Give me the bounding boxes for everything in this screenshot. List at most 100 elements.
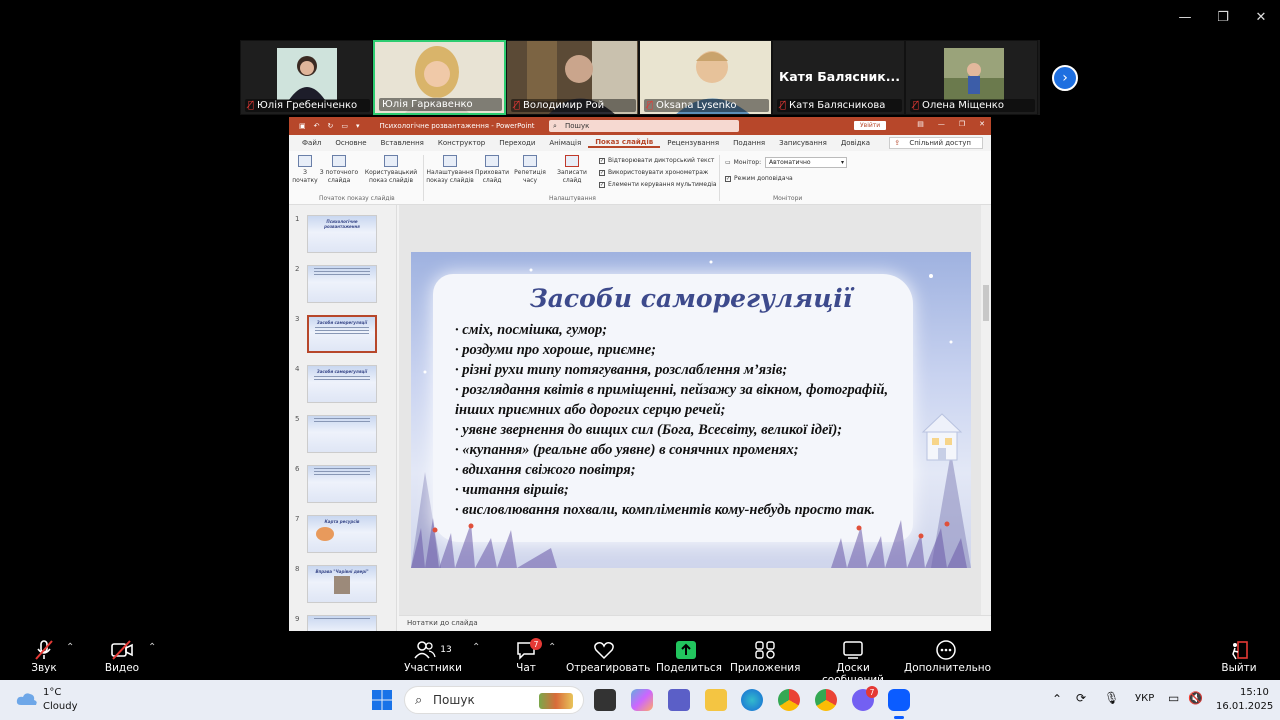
monitor-select[interactable]: Автоматично ▾ xyxy=(765,157,847,168)
participants-button[interactable]: 13 Участники xyxy=(402,638,464,674)
teams-icon[interactable] xyxy=(668,689,690,711)
slide-thumbnail[interactable] xyxy=(307,415,377,453)
share-screen-button[interactable]: Поделиться xyxy=(656,638,722,674)
slide-title[interactable]: Засоби саморегуляції xyxy=(411,284,971,313)
sync-icon[interactable]: ⟳ xyxy=(1076,691,1086,705)
use-timings-checkbox[interactable]: ✓ Використовувати хронометраж xyxy=(599,169,708,176)
copilot-icon[interactable] xyxy=(631,689,653,711)
slide-thumbnail[interactable] xyxy=(307,615,377,631)
tab-record[interactable]: Записування xyxy=(772,139,834,147)
ppt-search-input[interactable]: ⌕ Пошук xyxy=(549,120,739,132)
audio-button[interactable]: Звук xyxy=(24,638,64,674)
participant-tile-active-speaker[interactable]: Юлія Гаркавенко xyxy=(373,40,506,115)
tab-view[interactable]: Подання xyxy=(726,139,772,147)
clock-time[interactable]: 15:10 xyxy=(1240,687,1269,698)
apps-button[interactable]: Приложения xyxy=(730,638,800,674)
clock-date[interactable]: 16.01.2025 xyxy=(1216,701,1273,712)
next-participants-button[interactable]: › xyxy=(1052,65,1078,91)
tab-help[interactable]: Довідка xyxy=(834,139,877,147)
participant-avatar xyxy=(944,48,1004,100)
participant-tile[interactable]: Катя Балясник... 🎙̸ Катя Баляcникова xyxy=(772,40,905,115)
task-view-icon[interactable] xyxy=(594,689,616,711)
slide-thumbnail[interactable] xyxy=(307,265,377,303)
redo-icon[interactable]: ↻ xyxy=(328,122,334,130)
participant-tile[interactable]: 🎙̸ Володимир Рой xyxy=(506,40,639,115)
more-button[interactable]: Дополнительно xyxy=(904,638,991,674)
share-button[interactable]: ⇪ Спільний доступ xyxy=(889,137,983,149)
tab-transitions[interactable]: Переходи xyxy=(492,139,542,147)
tab-design[interactable]: Конструктор xyxy=(431,139,492,147)
hide-slide-button[interactable]: Приховати слайд xyxy=(475,155,509,185)
media-controls-checkbox[interactable]: ✓ Елементи керування мультимедіа xyxy=(599,181,717,188)
minimize-icon[interactable]: — xyxy=(938,120,945,128)
slide-bullet-list[interactable]: · сміх, посмішка, гумор; · роздуми про х… xyxy=(455,320,945,520)
windows-start-icon[interactable] xyxy=(371,689,393,711)
video-options-caret[interactable]: ⌃ xyxy=(148,642,156,653)
restore-icon[interactable]: ❐ xyxy=(1204,6,1242,28)
present-icon[interactable]: ▭ xyxy=(341,122,348,130)
zoom-app-icon[interactable] xyxy=(888,689,910,711)
notes-pane[interactable]: Нотатки до слайда xyxy=(399,615,991,631)
slide-thumbnail[interactable]: Психологічне розвантаження xyxy=(307,215,377,253)
from-beginning-button[interactable]: З початку xyxy=(291,155,319,185)
microphone-icon[interactable]: 🎙 xyxy=(1104,691,1119,705)
slide-thumbnail[interactable]: Засоби саморегуляції xyxy=(307,365,377,403)
network-icon[interactable]: ▭ xyxy=(1168,691,1179,705)
minimize-icon[interactable]: — xyxy=(1166,6,1204,28)
tab-insert[interactable]: Вставлення xyxy=(374,139,431,147)
weather-temp[interactable]: 1°C xyxy=(43,687,61,698)
customize-icon[interactable]: ▾ xyxy=(356,122,360,130)
slide-thumbnail[interactable] xyxy=(307,465,377,503)
whiteboards-button[interactable]: Доски сообщений xyxy=(806,638,900,686)
from-current-button[interactable]: З поточного слайда xyxy=(319,155,359,185)
custom-show-button[interactable]: Користувацький показ слайдів xyxy=(363,155,419,185)
presenter-view-checkbox[interactable]: ✓ Режим доповідача xyxy=(725,175,793,182)
leave-button[interactable]: Выйти xyxy=(1218,638,1260,674)
participant-tile[interactable]: 🎙̸ Юлія Гребеніченко xyxy=(240,40,373,115)
scrollbar-thumb[interactable] xyxy=(983,285,989,321)
ribbon-display-icon[interactable]: ▤ xyxy=(917,120,924,128)
chrome-icon[interactable] xyxy=(778,689,800,711)
record-slide-button[interactable]: Записати слайд xyxy=(547,155,597,185)
tab-slide-show[interactable]: Показ слайдів xyxy=(588,138,661,148)
participant-tile[interactable]: 🎙̸ Олена Міщенко xyxy=(905,40,1038,115)
chevron-up-icon[interactable]: ⌃ xyxy=(1052,692,1062,706)
save-icon[interactable]: ▣ xyxy=(299,122,306,130)
file-explorer-icon[interactable] xyxy=(705,689,727,711)
participant-tile[interactable]: 🎙̸ Oksana Lysenko xyxy=(639,40,772,115)
thumbnail-number: 5 xyxy=(295,415,300,423)
tab-animations[interactable]: Анімація xyxy=(542,139,588,147)
current-slide[interactable]: Засоби саморегуляції · сміх, посмішка, г… xyxy=(411,252,971,568)
slide-thumbnail[interactable]: Карта ресурсів xyxy=(307,515,377,553)
volume-muted-icon[interactable]: 🔇 xyxy=(1188,691,1203,705)
participants-options-caret[interactable]: ⌃ xyxy=(472,642,480,653)
slide-thumbnail[interactable]: Вправа "Чарівні двері" xyxy=(307,565,377,603)
bullet-item: · читання віршів; xyxy=(455,482,569,498)
thumbnail-text-line xyxy=(315,330,369,331)
vertical-scrollbar[interactable] xyxy=(981,205,991,615)
video-button[interactable]: Видео xyxy=(100,638,144,674)
restore-icon[interactable]: ❐ xyxy=(959,120,965,128)
slide-thumbnail-current[interactable]: Засоби саморегуляції xyxy=(307,315,377,353)
edge-icon[interactable] xyxy=(741,689,763,711)
language-indicator[interactable]: УКР xyxy=(1135,693,1154,704)
zoom-control-bar: Звук ⌃ Видео ⌃ 13 Участники ⌃ Чат 7 ⌃ От… xyxy=(0,632,1280,686)
thumbnail-number: 6 xyxy=(295,465,300,473)
play-narrations-checkbox[interactable]: ✓ Відтворювати дикторський текст xyxy=(599,157,714,164)
chrome-profile-icon[interactable] xyxy=(815,689,837,711)
taskbar-search-input[interactable]: ⌕ Пошук xyxy=(404,686,584,714)
tab-home[interactable]: Основне xyxy=(328,139,373,147)
sign-in-button[interactable]: Увійти xyxy=(854,121,887,130)
undo-icon[interactable]: ↶ xyxy=(314,122,320,130)
tab-file[interactable]: Файл xyxy=(295,139,328,147)
setup-show-button[interactable]: Налаштування показу слайдів xyxy=(425,155,475,185)
tab-review[interactable]: Рецензування xyxy=(660,139,726,147)
weather-desc[interactable]: Cloudy xyxy=(43,701,77,712)
close-icon[interactable]: ✕ xyxy=(979,120,985,128)
custom-show-icon xyxy=(384,155,398,167)
audio-options-caret[interactable]: ⌃ xyxy=(66,642,74,653)
rehearse-timings-button[interactable]: Репетиція часу xyxy=(513,155,547,185)
close-icon[interactable]: ✕ xyxy=(1242,6,1280,28)
react-button[interactable]: Отреагировать xyxy=(566,638,650,674)
chat-options-caret[interactable]: ⌃ xyxy=(548,642,556,653)
